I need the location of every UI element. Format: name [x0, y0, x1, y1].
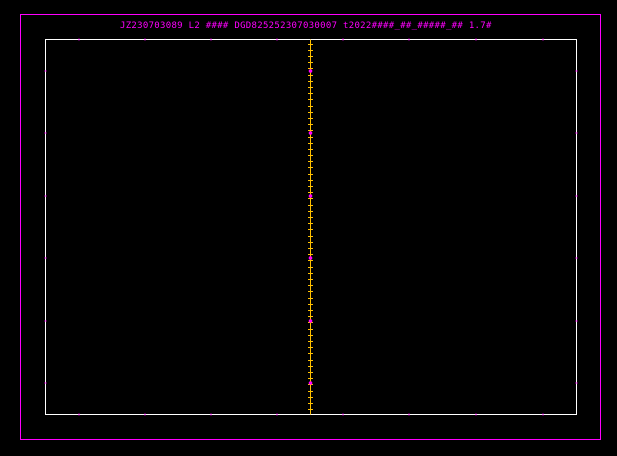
vertical-trace [308, 39, 313, 415]
plot-viewer-window: JZ230703089 L2 #### DGD8252523070300​07 … [0, 0, 617, 456]
trace-marker [308, 131, 313, 135]
plot-canvas[interactable] [0, 0, 617, 456]
trace-marker [308, 319, 313, 323]
trace-marker [308, 381, 313, 385]
trace-marker [308, 194, 313, 198]
trace-marker [308, 69, 313, 73]
trace-marker [308, 256, 313, 260]
